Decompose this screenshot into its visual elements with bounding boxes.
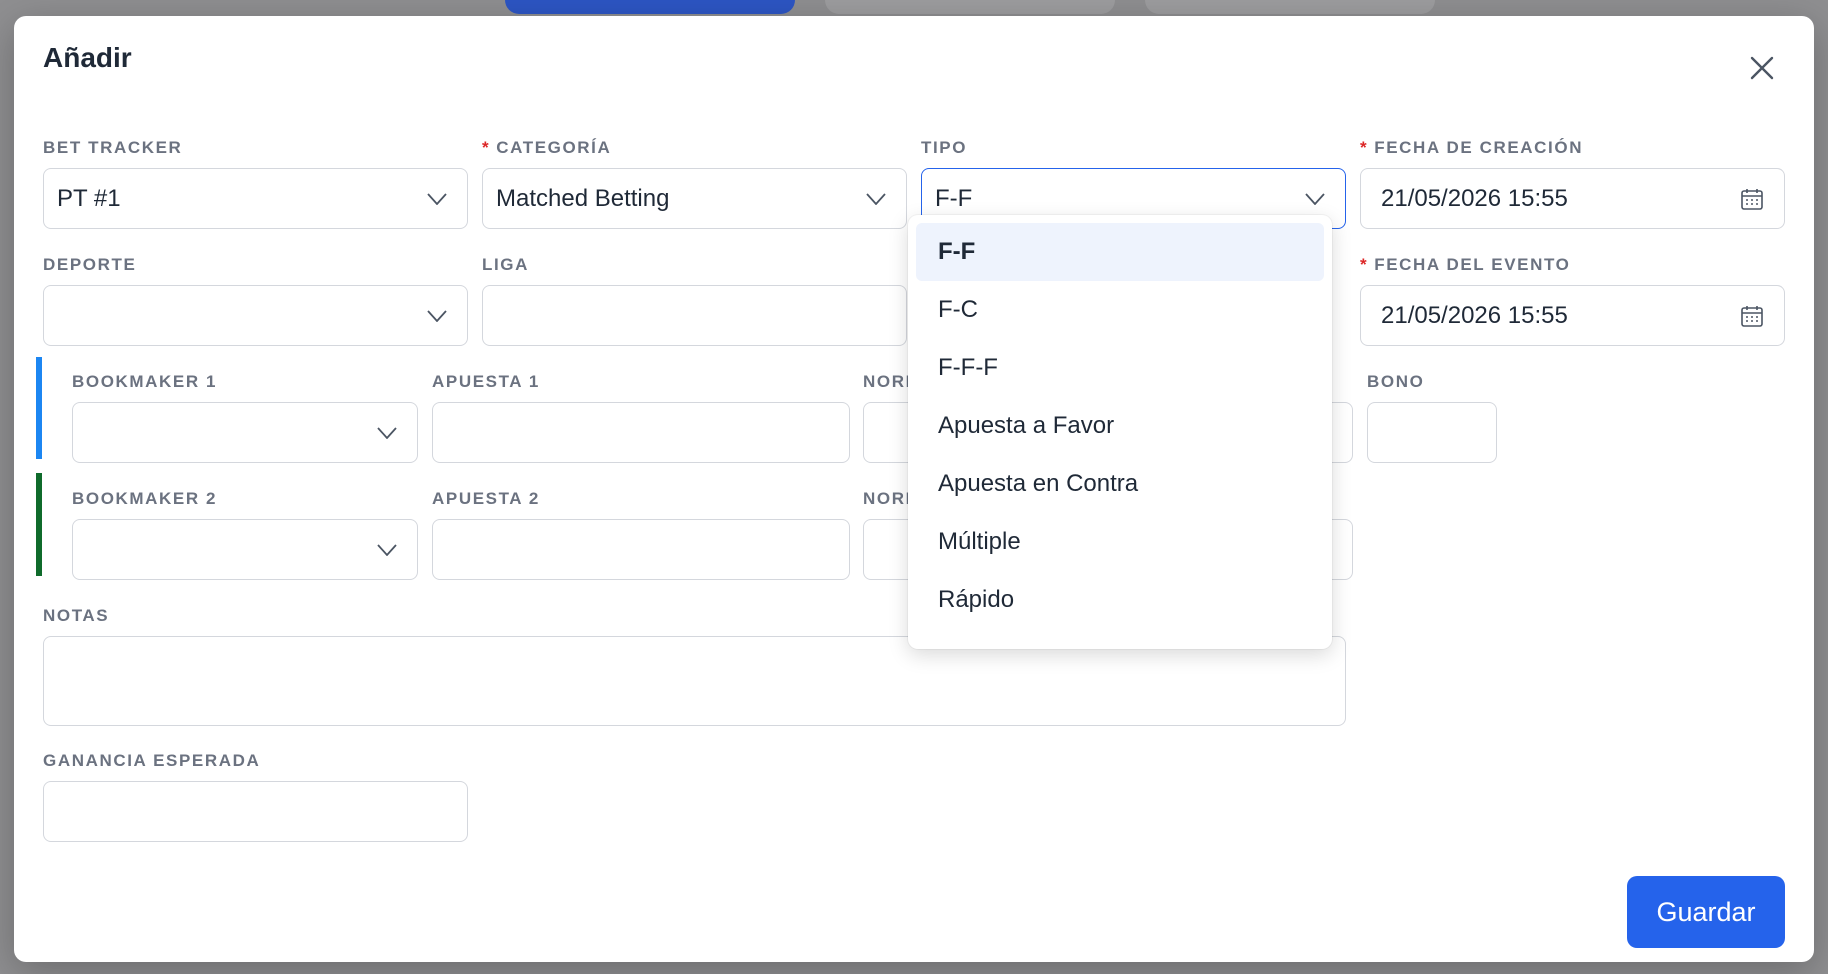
tipo-option[interactable]: F-F-F [916,339,1324,397]
background-tab [1145,0,1435,14]
liga-field: LIGA [482,255,907,346]
fecha-evento-label-text: FECHA DEL EVENTO [1374,255,1571,274]
apuesta1-field: APUESTA 1 [432,372,850,463]
fecha-creacion-label-text: FECHA DE CREACIÓN [1374,138,1584,157]
deporte-label: DEPORTE [43,255,137,274]
fecha-evento-field: * FECHA DEL EVENTO 21/05/2026 15:55 [1360,255,1785,346]
fecha-creacion-input[interactable]: 21/05/2026 15:55 [1360,168,1785,229]
tipo-label: TIPO [921,138,968,157]
chevron-down-icon [866,192,886,205]
liga-input[interactable] [482,285,907,346]
apuesta1-label: APUESTA 1 [432,372,540,391]
required-mark: * [1360,255,1369,274]
bookmaker2-color-bar [36,473,42,576]
close-icon [1750,56,1774,80]
bono-input[interactable] [1367,402,1497,463]
categoria-label: * CATEGORÍA [482,138,907,158]
chevron-down-icon [1305,192,1325,205]
tipo-option[interactable]: Apuesta en Contra [916,455,1324,513]
background-tab [825,0,1115,14]
bookmaker2-field: BOOKMAKER 2 [72,489,418,580]
tipo-option[interactable]: F-F [916,223,1324,281]
calendar-icon[interactable] [1740,187,1764,211]
bono-label: BONO [1367,372,1425,391]
chevron-down-icon [427,192,447,205]
bono-field: BONO [1367,372,1497,463]
modal-title: Añadir [43,42,132,73]
required-mark: * [482,138,491,157]
tipo-option[interactable]: Apuesta a Favor [916,397,1324,455]
bookmaker1-field: BOOKMAKER 1 [72,372,418,463]
ganancia-field: GANANCIA ESPERADA [43,751,468,842]
bet-tracker-value: PT #1 [57,184,121,212]
save-button[interactable]: Guardar [1627,876,1785,948]
liga-label: LIGA [482,255,530,274]
apuesta2-label: APUESTA 2 [432,489,540,508]
deporte-select[interactable] [43,285,468,346]
tipo-value: F-F [935,184,973,212]
apuesta2-input[interactable] [432,519,850,580]
notas-textarea[interactable] [43,636,1346,726]
categoria-field: * CATEGORÍA Matched Betting [482,138,907,229]
fecha-creacion-field: * FECHA DE CREACIÓN 21/05/2026 15:55 [1360,138,1785,229]
tipo-dropdown-menu: F-F F-C F-F-F Apuesta a Favor Apuesta en Con… [908,215,1332,649]
tipo-option[interactable]: Múltiple [916,513,1324,571]
apuesta1-input[interactable] [432,402,850,463]
bet-tracker-field: BET TRACKER PT #1 [43,138,468,229]
calendar-icon[interactable] [1740,304,1764,328]
categoria-value: Matched Betting [496,184,670,212]
close-button[interactable] [1744,50,1780,86]
tipo-option[interactable]: F-C [916,281,1324,339]
ganancia-input[interactable] [43,781,468,842]
ganancia-label: GANANCIA ESPERADA [43,751,261,770]
chevron-down-icon [377,426,397,439]
bookmaker1-color-bar [36,357,42,459]
apuesta2-field: APUESTA 2 [432,489,850,580]
deporte-field: DEPORTE [43,255,468,346]
categoria-label-text: CATEGORÍA [496,138,612,157]
fecha-creacion-value: 21/05/2026 15:55 [1381,184,1568,212]
required-mark: * [1360,138,1369,157]
bookmaker1-label: BOOKMAKER 1 [72,372,218,391]
chevron-down-icon [377,543,397,556]
bookmaker1-select[interactable] [72,402,418,463]
background-tab [505,0,795,14]
chevron-down-icon [427,309,447,322]
fecha-evento-value: 21/05/2026 15:55 [1381,301,1568,329]
bookmaker2-label: BOOKMAKER 2 [72,489,218,508]
fecha-evento-input[interactable]: 21/05/2026 15:55 [1360,285,1785,346]
fecha-evento-label: * FECHA DEL EVENTO [1360,255,1785,275]
fecha-creacion-label: * FECHA DE CREACIÓN [1360,138,1785,158]
bookmaker2-select[interactable] [72,519,418,580]
bet-tracker-label: BET TRACKER [43,138,183,157]
tipo-option[interactable]: Rápido [916,571,1324,629]
bet-tracker-select[interactable]: PT #1 [43,168,468,229]
categoria-select[interactable]: Matched Betting [482,168,907,229]
